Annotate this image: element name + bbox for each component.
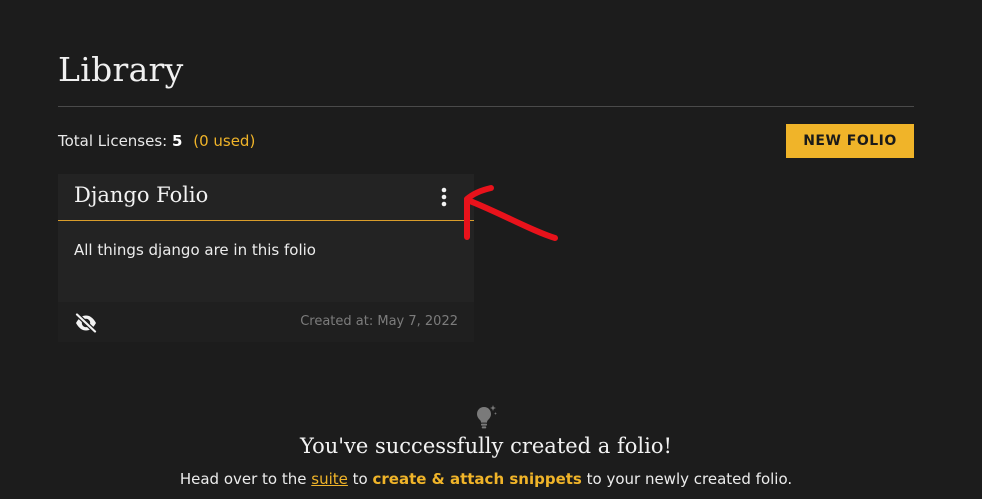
folio-title[interactable]: Django Folio: [74, 183, 208, 207]
suite-link[interactable]: suite: [311, 470, 348, 488]
success-heading: You've successfully created a folio!: [300, 434, 672, 458]
page-title: Library: [58, 50, 184, 89]
success-text-middle: to: [352, 470, 368, 488]
licenses-label: Total Licenses:: [58, 132, 168, 150]
success-text-before: Head over to the: [179, 470, 307, 488]
title-divider: [58, 106, 914, 107]
licenses-used: (0 used): [193, 132, 256, 150]
licenses-count: 5: [172, 132, 183, 150]
folio-card[interactable]: Django Folio All things django are in th…: [58, 174, 474, 342]
lightbulb-icon: [474, 404, 498, 430]
folio-card-header: Django Folio: [58, 174, 474, 221]
hand-drawn-arrow: [464, 185, 558, 241]
create-attach-snippets-text: create & attach snippets: [372, 470, 582, 488]
eye-off-icon[interactable]: [74, 312, 98, 334]
folio-card-footer: Created at: May 7, 2022: [58, 302, 474, 342]
success-text-after: to your newly created folio.: [586, 470, 793, 488]
created-date: Created at: May 7, 2022: [300, 314, 458, 329]
more-vertical-icon[interactable]: [434, 186, 454, 208]
library-page: Library Total Licenses: 5 (0 used) NEW F…: [0, 0, 982, 499]
folio-description: All things django are in this folio: [74, 241, 316, 259]
success-message: Head over to the suite to create & attac…: [0, 470, 972, 488]
new-folio-button[interactable]: NEW FOLIO: [786, 124, 914, 158]
licenses-summary: Total Licenses: 5 (0 used): [58, 132, 255, 150]
